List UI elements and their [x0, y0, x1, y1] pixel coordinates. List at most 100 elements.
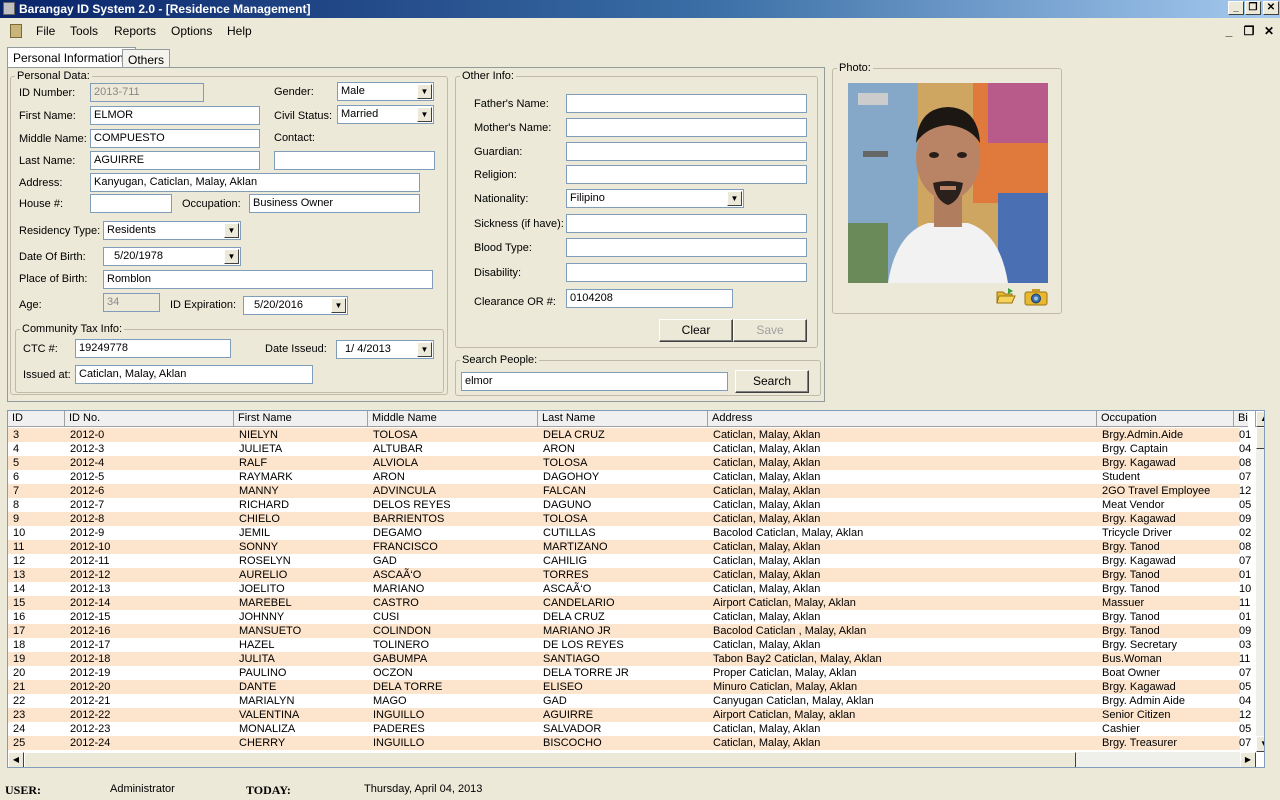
menu-reports[interactable]: Reports [114, 24, 156, 38]
cell-occupation: Brgy. Secretary [1102, 639, 1177, 651]
table-row[interactable]: 5 2012-4 RALF ALVIOLA TOLOSA Caticlan, Malay,… [8, 456, 1251, 470]
chevron-down-icon[interactable]: ▼ [331, 298, 346, 313]
close-button[interactable]: ✕ [1263, 1, 1279, 15]
table-row[interactable]: 14 2012-13 JOELITO MARIANO ASCAÃ‘O Caticlan, … [8, 582, 1251, 596]
occupation-field[interactable]: Business Owner [249, 194, 420, 213]
search-button[interactable]: Search [735, 370, 809, 393]
issued-at-field[interactable]: Caticlan, Malay, Aklan [75, 365, 313, 384]
column-header-address[interactable]: Address [708, 411, 1097, 427]
menu-options[interactable]: Options [171, 24, 212, 38]
chevron-down-icon[interactable]: ▼ [417, 107, 432, 122]
menu-file[interactable]: File [36, 24, 55, 38]
cell-occupation: 2GO Travel Employee [1102, 485, 1211, 497]
fathers-name-field[interactable] [566, 94, 807, 113]
table-row[interactable]: 18 2012-17 HAZEL TOLINERO DE LOS REYES Caticl… [8, 638, 1251, 652]
first-name-field[interactable]: ELMOR [90, 106, 260, 125]
table-row[interactable]: 24 2012-23 MONALIZA PADERES SALVADOR Caticlan… [8, 722, 1251, 736]
id-expiration-picker[interactable]: 5/20/2016 ▼ [243, 296, 348, 315]
column-header-id[interactable]: ID [8, 411, 65, 427]
address-field[interactable]: Kanyugan, Caticlan, Malay, Aklan [90, 173, 420, 192]
chevron-down-icon[interactable]: ▼ [727, 191, 742, 206]
table-row[interactable]: 19 2012-18 JULITA GABUMPA SANTIAGO Tabon Bay2… [8, 652, 1250, 666]
tab-others[interactable]: Others [122, 49, 171, 69]
column-header-birth[interactable]: Bi [1234, 411, 1256, 427]
blood-type-field[interactable] [566, 238, 807, 257]
scroll-right-icon[interactable]: ▶ [1240, 752, 1256, 767]
column-header-last-name[interactable]: Last Name [538, 411, 708, 427]
cell-id-no: 2012-17 [70, 639, 111, 651]
last-name-field[interactable]: AGUIRRE [90, 151, 260, 170]
table-row[interactable]: 3 2012-0 NIELYN TOLOSA DELA CRUZ Caticlan, Ma… [8, 428, 1251, 442]
column-header-middle-name[interactable]: Middle Name [368, 411, 538, 427]
horizontal-scrollbar[interactable]: ◀ ▶ [8, 752, 1256, 767]
cell-last-name: BISCOCHO [543, 737, 602, 749]
chevron-down-icon[interactable]: ▼ [417, 84, 432, 99]
cell-occupation: Brgy.Admin.Aide [1102, 429, 1184, 441]
table-row[interactable]: 4 2012-3 JULIETA ALTUBAR ARON Caticlan, Malay… [8, 442, 1251, 456]
menu-tools[interactable]: Tools [70, 24, 98, 38]
table-row[interactable]: 15 2012-14 MAREBEL CASTRO CANDELARIO Airport … [8, 596, 1250, 610]
search-input[interactable]: elmor [461, 372, 728, 391]
scroll-left-icon[interactable]: ◀ [8, 752, 24, 767]
table-row[interactable]: 8 2012-7 RICHARD DELOS REYES DAGUNO Caticlan,… [8, 498, 1251, 512]
place-of-birth-field[interactable]: Romblon [103, 270, 433, 289]
column-header-first-name[interactable]: First Name [234, 411, 368, 427]
mdi-close-icon[interactable]: ✕ [1262, 24, 1276, 38]
cell-id-no: 2012-15 [70, 611, 111, 623]
clear-button[interactable]: Clear [659, 319, 733, 342]
middle-name-field[interactable]: COMPUESTO [90, 129, 260, 148]
table-row[interactable]: 21 2012-20 DANTE DELA TORRE ELISEO Minuro Cat… [8, 680, 1251, 694]
guardian-field[interactable] [566, 142, 807, 161]
table-row[interactable]: 16 2012-15 JOHNNY CUSI DELA CRUZ Caticlan, Ma… [8, 610, 1251, 624]
save-button[interactable]: Save [733, 319, 807, 342]
table-row[interactable]: 9 2012-8 CHIELO BARRIENTOS TOLOSA Caticlan, M… [8, 512, 1251, 526]
table-row[interactable]: 23 2012-22 VALENTINA INGUILLO AGUIRRE Airport… [8, 708, 1251, 722]
vertical-scrollbar[interactable]: ▲ ▼ [1256, 411, 1264, 752]
minimize-button[interactable]: _ [1228, 1, 1244, 15]
table-row[interactable]: 12 2012-11 ROSELYN GAD CAHILIG Caticlan, Mala… [8, 554, 1251, 568]
table-row[interactable]: 22 2012-21 MARIALYN MAGO GAD Canyugan Caticla… [8, 694, 1251, 708]
ctc-number-field[interactable]: 19249778 [75, 339, 231, 358]
clearance-or-field[interactable]: 0104208 [566, 289, 733, 308]
chevron-down-icon[interactable]: ▼ [417, 342, 432, 357]
nationality-select[interactable]: Filipino ▼ [566, 189, 744, 208]
column-header-id-no[interactable]: ID No. [65, 411, 234, 427]
scroll-up-icon[interactable]: ▲ [1256, 411, 1264, 427]
horizontal-scroll-thumb[interactable] [24, 752, 1076, 767]
table-row[interactable]: 25 2012-24 CHERRY INGUILLO BISCOCHO Caticlan,… [8, 736, 1251, 750]
camera-icon[interactable] [1024, 288, 1048, 306]
house-number-field[interactable] [90, 194, 172, 213]
table-row[interactable]: 20 2012-19 PAULINO OCZON DELA TORRE JR Proper… [8, 666, 1251, 680]
religion-field[interactable] [566, 165, 807, 184]
table-row[interactable]: 17 2012-16 MANSUETO COLINDON MARIANO JR Bacol… [8, 624, 1251, 638]
cell-id-no: 2012-9 [70, 527, 105, 539]
date-of-birth-picker[interactable]: 5/20/1978 ▼ [103, 247, 241, 266]
residents-grid[interactable]: ID ID No. First Name Middle Name Last Na… [7, 410, 1265, 768]
contact-field[interactable] [274, 151, 435, 170]
menu-help[interactable]: Help [227, 24, 252, 38]
table-row[interactable]: 13 2012-12 AURELIO ASCAÃ‘O TORRES Caticlan, M… [8, 568, 1251, 582]
column-header-occupation[interactable]: Occupation [1097, 411, 1234, 427]
table-row[interactable]: 10 2012-9 JEMIL DEGAMO CUTILLAS Bacolod Catic… [8, 526, 1251, 540]
vertical-scroll-thumb[interactable] [1256, 427, 1264, 449]
mothers-name-field[interactable] [566, 118, 807, 137]
cell-birth: 05 [1239, 499, 1252, 511]
disability-field[interactable] [566, 263, 807, 282]
restore-button[interactable]: ❐ [1245, 1, 1261, 15]
chevron-down-icon[interactable]: ▼ [224, 249, 239, 264]
chevron-down-icon[interactable]: ▼ [224, 223, 239, 238]
tab-personal-informations[interactable]: Personal Informations [7, 47, 136, 68]
sickness-field[interactable] [566, 214, 807, 233]
folder-open-icon[interactable] [996, 287, 1016, 305]
civil-status-select[interactable]: Married ▼ [337, 105, 434, 124]
gender-select[interactable]: Male ▼ [337, 82, 434, 101]
scroll-down-icon[interactable]: ▼ [1256, 736, 1264, 752]
mdi-restore-icon[interactable]: ❐ [1242, 24, 1256, 38]
cell-middle-name: MAGO [373, 695, 407, 707]
table-row[interactable]: 11 2012-10 SONNY FRANCISCO MARTIZANO Caticlan… [8, 540, 1251, 554]
date-issued-picker[interactable]: 1/ 4/2013 ▼ [336, 340, 434, 359]
residency-type-select[interactable]: Residents ▼ [103, 221, 241, 240]
table-row[interactable]: 6 2012-5 RAYMARK ARON DAGOHOY Caticlan, Malay… [8, 470, 1251, 484]
mdi-minimize-icon[interactable]: _ [1222, 24, 1236, 38]
table-row[interactable]: 7 2012-6 MANNY ADVINCULA FALCAN Caticlan, Mal… [8, 484, 1251, 498]
